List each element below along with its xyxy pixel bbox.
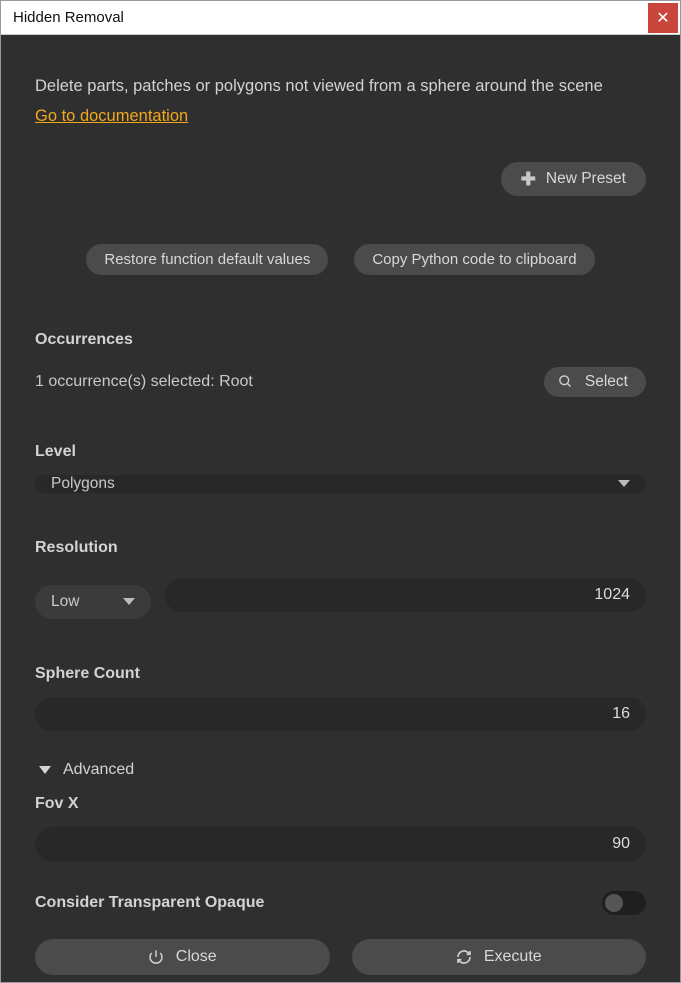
close-icon: ✕ [656, 8, 669, 28]
fovx-label: Fov X [35, 795, 646, 813]
new-preset-button[interactable]: ✚ New Preset [501, 162, 646, 196]
occurrences-row: 1 occurrence(s) selected: Root Select [35, 367, 646, 397]
resolution-label: Resolution [35, 539, 646, 557]
chevron-down-icon [123, 598, 135, 605]
window-title: Hidden Removal [13, 9, 124, 26]
copy-python-label: Copy Python code to clipboard [372, 251, 576, 268]
select-occurrences-button[interactable]: Select [544, 367, 646, 397]
restore-defaults-label: Restore function default values [104, 251, 310, 268]
level-label: Level [35, 443, 646, 461]
level-dropdown[interactable]: Polygons [35, 475, 646, 493]
refresh-icon [456, 949, 472, 965]
consider-transparent-label: Consider Transparent Opaque [35, 894, 264, 912]
close-button[interactable]: Close [35, 939, 330, 975]
titlebar: Hidden Removal ✕ [1, 1, 680, 35]
resolution-preset-dropdown[interactable]: Low [35, 585, 151, 619]
restore-defaults-button[interactable]: Restore function default values [86, 244, 328, 275]
dialog-body: Delete parts, patches or polygons not vi… [1, 35, 680, 982]
execute-button[interactable]: Execute [352, 939, 647, 975]
consider-transparent-row: Consider Transparent Opaque [35, 891, 646, 915]
occurrences-status: 1 occurrence(s) selected: Root [35, 373, 253, 391]
documentation-link[interactable]: Go to documentation [35, 107, 646, 126]
power-icon [148, 949, 164, 965]
occurrences-label: Occurrences [35, 331, 646, 349]
chevron-down-icon [39, 766, 51, 774]
search-icon [558, 374, 573, 389]
execute-label: Execute [484, 948, 542, 966]
toggle-knob [605, 894, 623, 912]
resolution-row: Low [35, 571, 646, 619]
close-window-button[interactable]: ✕ [648, 3, 678, 33]
sphere-count-input[interactable] [35, 697, 646, 731]
advanced-label: Advanced [63, 761, 134, 779]
description-text: Delete parts, patches or polygons not vi… [35, 75, 646, 99]
footer: Close Execute [35, 939, 646, 975]
fovx-input[interactable] [35, 827, 646, 861]
close-label: Close [176, 948, 217, 966]
level-value: Polygons [51, 475, 115, 493]
fovx-row [35, 827, 646, 861]
new-preset-label: New Preset [546, 170, 626, 188]
resolution-input[interactable] [165, 578, 646, 612]
action-row: Restore function default values Copy Pyt… [35, 244, 646, 275]
sphere-count-row [35, 697, 646, 731]
chevron-down-icon [618, 480, 630, 487]
consider-transparent-toggle[interactable] [602, 891, 646, 915]
preset-row: ✚ New Preset [35, 162, 646, 196]
dialog-window: Hidden Removal ✕ Delete parts, patches o… [0, 0, 681, 983]
advanced-toggle[interactable]: Advanced [35, 761, 646, 779]
copy-python-button[interactable]: Copy Python code to clipboard [354, 244, 594, 275]
plus-icon: ✚ [521, 170, 536, 188]
sphere-count-label: Sphere Count [35, 665, 646, 683]
resolution-preset-value: Low [51, 593, 79, 611]
select-label: Select [585, 373, 628, 391]
